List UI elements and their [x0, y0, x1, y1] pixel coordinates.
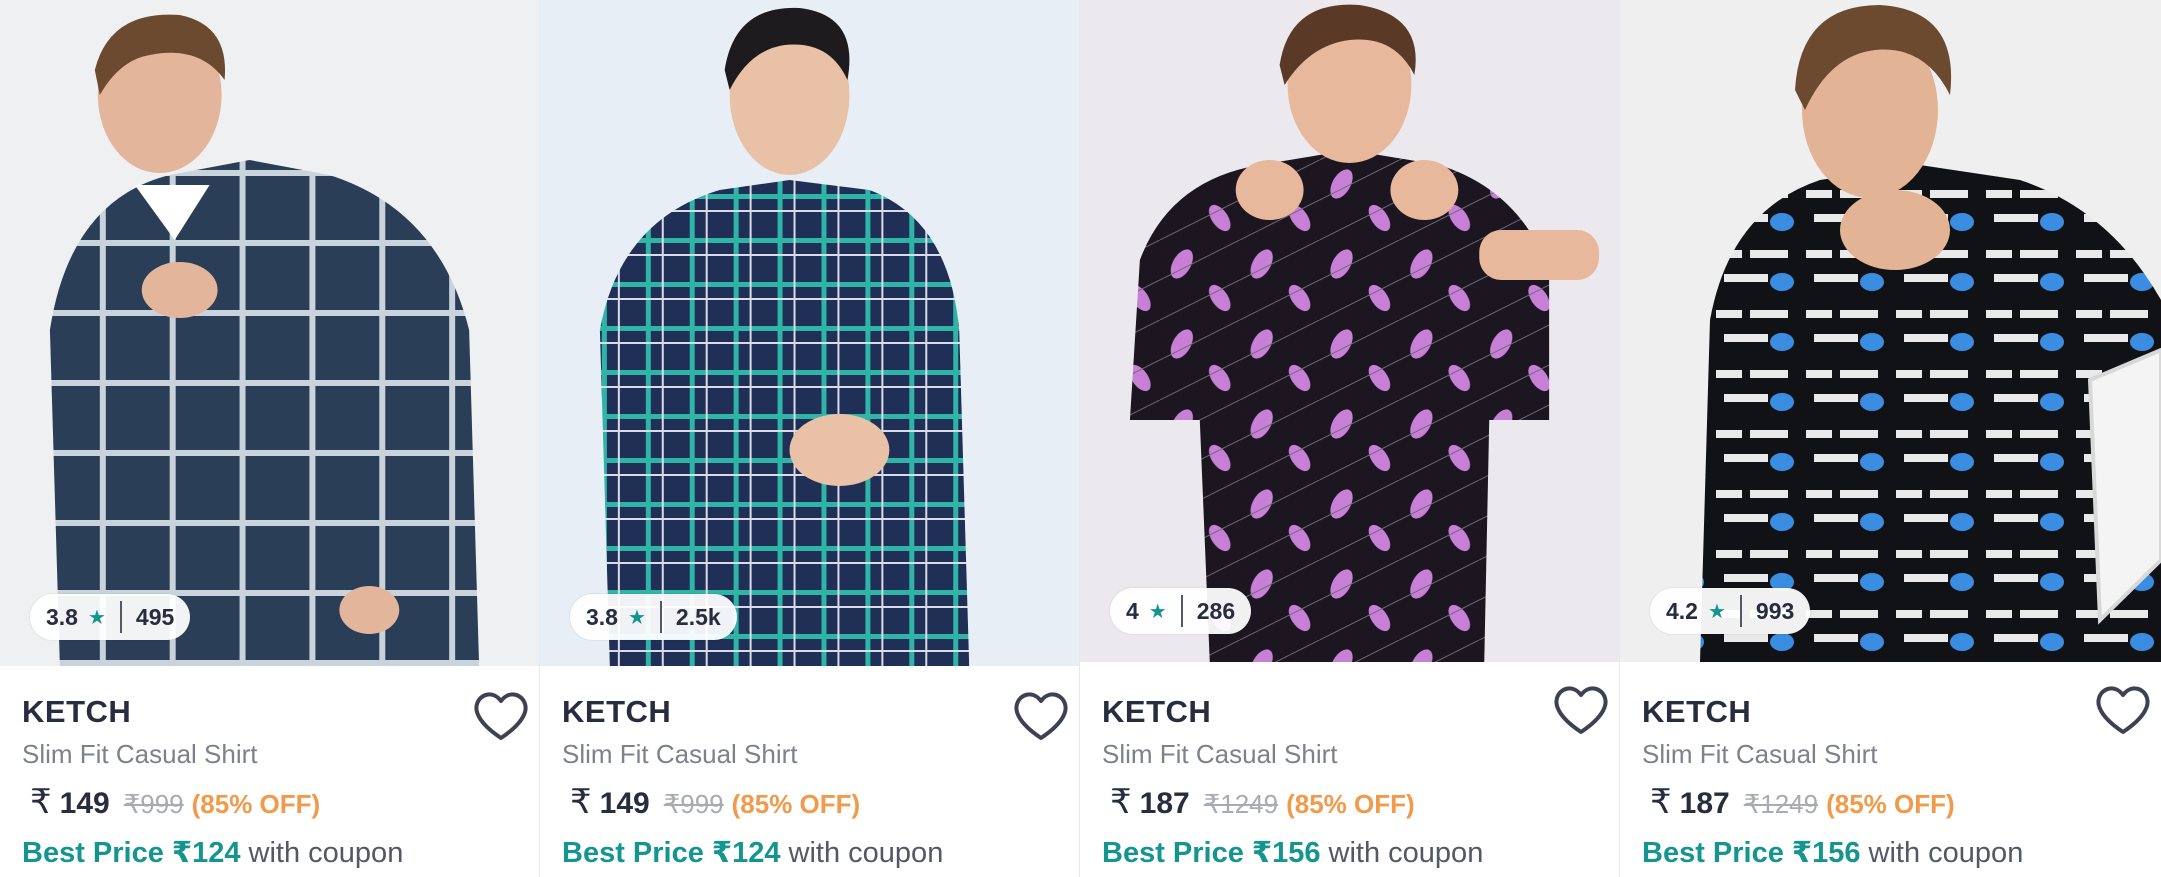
best-price-label: Best Price ₹124	[562, 837, 781, 869]
product-grid: 3.8 ★ 495 KETCH Slim Fit Casual Shirt ₹ …	[0, 0, 2161, 877]
rating-count: 2.5k	[675, 603, 721, 630]
coupon-text: with coupon	[248, 837, 404, 869]
best-price-row: Best Price ₹124 with coupon	[562, 834, 1057, 872]
coupon-text: with coupon	[1868, 837, 2024, 869]
mrp-price: ₹999	[663, 789, 724, 819]
product-brand: KETCH	[562, 694, 672, 729]
rating-value: 4.2	[1666, 597, 1698, 624]
product-photo-check-shirt	[540, 0, 1079, 666]
rating-count: 495	[135, 603, 175, 630]
product-info[interactable]: KETCH Slim Fit Casual Shirt ₹ 149 ₹999 (…	[0, 666, 539, 872]
product-card[interactable]: 4.2 ★ 993 KETCH Slim Fit Casual Shirt ₹ …	[1620, 0, 2161, 877]
rating-badge: 4.2 ★ 993	[1650, 588, 1811, 634]
product-info[interactable]: KETCH Slim Fit Casual Shirt ₹ 149 ₹999 (…	[540, 666, 1079, 872]
discount-label: (85% OFF)	[191, 789, 321, 819]
star-icon: ★	[627, 606, 646, 629]
currency-symbol: ₹	[1650, 783, 1672, 821]
wishlist-button[interactable]	[1551, 682, 1611, 738]
best-price-row: Best Price ₹124 with coupon	[22, 834, 517, 872]
rating-count: 993	[1755, 597, 1795, 624]
rating-value: 3.8	[46, 603, 78, 630]
product-info[interactable]: KETCH Slim Fit Casual Shirt ₹ 187 ₹1249 …	[1080, 662, 1619, 872]
star-icon: ★	[87, 606, 106, 629]
star-icon: ★	[1707, 600, 1726, 623]
currency-symbol: ₹	[30, 783, 52, 821]
rating-value: 3.8	[586, 603, 618, 630]
product-card[interactable]: 3.8 ★ 495 KETCH Slim Fit Casual Shirt ₹ …	[0, 0, 540, 877]
best-price-row: Best Price ₹156 with coupon	[1642, 834, 2139, 872]
heart-outline-icon	[1014, 692, 1068, 740]
product-card[interactable]: 3.8 ★ 2.5k KETCH Slim Fit Casual Shirt ₹…	[540, 0, 1080, 877]
wishlist-button[interactable]	[2093, 682, 2153, 738]
selling-price: 149	[599, 787, 650, 820]
currency-symbol: ₹	[570, 783, 592, 821]
wishlist-button[interactable]	[1011, 688, 1071, 744]
product-image[interactable]: 4 ★ 286	[1080, 0, 1619, 662]
selling-price: 187	[1679, 787, 1730, 820]
product-photo-floral-shirt	[1080, 0, 1619, 662]
mrp-price: ₹1249	[1203, 789, 1279, 819]
rating-count: 286	[1196, 597, 1236, 624]
product-photo-plaid-shirt	[0, 0, 539, 666]
price-row: ₹ 149 ₹999 (85% OFF)	[562, 782, 1057, 824]
product-image[interactable]: 4.2 ★ 993	[1620, 0, 2161, 662]
discount-label: (85% OFF)	[1826, 789, 1955, 819]
best-price-label: Best Price ₹156	[1102, 837, 1321, 869]
discount-label: (85% OFF)	[1286, 789, 1415, 819]
wishlist-button[interactable]	[471, 688, 531, 744]
selling-price: 149	[59, 787, 110, 820]
heart-outline-icon	[474, 692, 528, 740]
star-icon: ★	[1148, 600, 1167, 623]
product-brand: KETCH	[1102, 694, 1212, 729]
rating-badge: 3.8 ★ 2.5k	[570, 594, 737, 640]
product-image[interactable]: 3.8 ★ 495	[0, 0, 539, 666]
discount-label: (85% OFF)	[731, 789, 861, 819]
mrp-price: ₹999	[123, 789, 184, 819]
heart-outline-icon	[2096, 686, 2150, 734]
price-row: ₹ 149 ₹999 (85% OFF)	[22, 782, 517, 824]
product-brand: KETCH	[22, 694, 132, 729]
rating-divider	[1739, 595, 1742, 627]
product-title: Slim Fit Casual Shirt	[562, 739, 798, 769]
rating-value: 4	[1126, 597, 1139, 624]
selling-price: 187	[1139, 787, 1190, 820]
currency-symbol: ₹	[1110, 783, 1132, 821]
mrp-price: ₹1249	[1743, 789, 1819, 819]
rating-divider	[659, 601, 662, 633]
best-price-row: Best Price ₹156 with coupon	[1102, 834, 1597, 872]
product-title: Slim Fit Casual Shirt	[1102, 739, 1338, 769]
best-price-label: Best Price ₹124	[22, 837, 241, 869]
rating-divider	[1180, 595, 1183, 627]
rating-badge: 4 ★ 286	[1110, 588, 1252, 634]
product-title: Slim Fit Casual Shirt	[1642, 739, 1878, 769]
price-row: ₹ 187 ₹1249 (85% OFF)	[1642, 782, 2139, 824]
product-photo-text-print-shirt	[1620, 0, 2161, 662]
product-brand: KETCH	[1642, 694, 1752, 729]
product-info[interactable]: KETCH Slim Fit Casual Shirt ₹ 187 ₹1249 …	[1620, 662, 2161, 872]
rating-divider	[119, 601, 122, 633]
product-image[interactable]: 3.8 ★ 2.5k	[540, 0, 1079, 666]
rating-badge: 3.8 ★ 495	[30, 594, 191, 640]
best-price-label: Best Price ₹156	[1642, 837, 1861, 869]
product-title: Slim Fit Casual Shirt	[22, 739, 258, 769]
price-row: ₹ 187 ₹1249 (85% OFF)	[1102, 782, 1597, 824]
coupon-text: with coupon	[1328, 837, 1484, 869]
coupon-text: with coupon	[788, 837, 944, 869]
product-card[interactable]: 4 ★ 286 KETCH Slim Fit Casual Shirt ₹ 18…	[1080, 0, 1620, 877]
heart-outline-icon	[1554, 686, 1608, 734]
